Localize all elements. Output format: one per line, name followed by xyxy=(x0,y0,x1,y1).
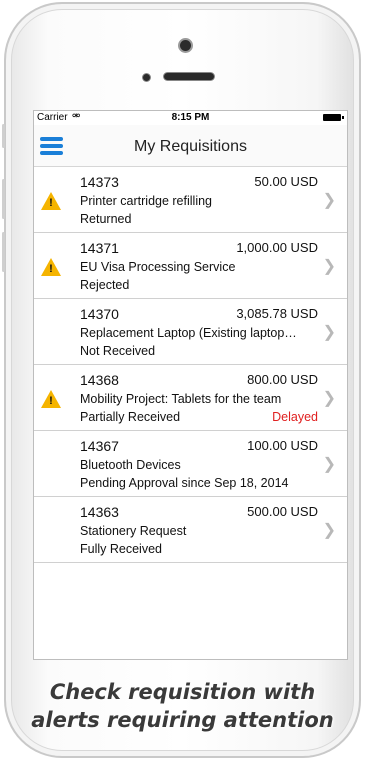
warning-triangle-icon: ! xyxy=(41,390,61,408)
requisition-number: 14373 xyxy=(80,174,119,190)
earpiece-speaker xyxy=(164,73,214,80)
chevron-right-icon: ❯ xyxy=(322,324,336,341)
requisition-row[interactable]: ! 14373 50.00 USD Printer cartridge refilli… xyxy=(34,167,347,233)
chevron-right-icon: ❯ xyxy=(322,390,336,407)
requisition-description: Bluetooth Devices xyxy=(80,458,181,472)
status-time: 8:15 PM xyxy=(171,112,210,123)
requisition-amount: 3,085.78 USD xyxy=(236,306,318,321)
requisition-list: ! 14373 50.00 USD Printer cartridge refilli… xyxy=(34,167,347,563)
requisition-row[interactable]: 14363 500.00 USD Stationery Request Fully R… xyxy=(34,497,347,563)
battery-icon xyxy=(323,114,344,121)
mute-switch xyxy=(2,124,5,148)
requisition-status: Rejected xyxy=(80,278,130,292)
requisition-number: 14368 xyxy=(80,372,119,388)
chevron-right-icon: ❯ xyxy=(322,192,336,209)
requisition-number: 14363 xyxy=(80,504,119,520)
requisition-number: 14371 xyxy=(80,240,119,256)
requisition-description: EU Visa Processing Service xyxy=(80,260,236,274)
status-bar: Carrier ⚮ 8:15 PM xyxy=(34,111,347,125)
caption-line-2: alerts requiring attention xyxy=(31,708,334,732)
requisition-number: 14367 xyxy=(80,438,119,454)
requisition-amount: 800.00 USD xyxy=(247,372,318,387)
proximity-sensor xyxy=(143,74,150,81)
page-title: My Requisitions xyxy=(134,138,247,155)
caption-line-1: Check requisition with xyxy=(49,680,316,704)
requisition-amount: 1,000.00 USD xyxy=(236,240,318,255)
requisition-amount: 100.00 USD xyxy=(247,438,318,453)
requisition-status: Pending Approval since Sep 18, 2014 xyxy=(80,476,289,490)
requisition-status: Not Received xyxy=(80,344,156,358)
requisition-number: 14370 xyxy=(80,306,119,322)
requisition-description: Printer cartridge refilling xyxy=(80,194,212,208)
delayed-flag: Delayed xyxy=(272,410,318,424)
requisition-row[interactable]: 14367 100.00 USD Bluetooth Devices Pending … xyxy=(34,431,347,497)
app-screen: Carrier ⚮ 8:15 PM My Requisitions ! 14373… xyxy=(33,110,348,660)
chevron-right-icon: ❯ xyxy=(322,522,336,539)
requisition-description: Stationery Request xyxy=(80,524,187,538)
chevron-right-icon: ❯ xyxy=(322,456,336,473)
volume-up-button xyxy=(2,179,5,219)
nav-bar: My Requisitions xyxy=(34,125,347,167)
requisition-status: Fully Received xyxy=(80,542,162,556)
requisition-description: Mobility Project: Tablets for the team xyxy=(80,392,282,406)
volume-down-button xyxy=(2,232,5,272)
chevron-right-icon: ❯ xyxy=(322,258,336,275)
warning-triangle-icon: ! xyxy=(41,192,61,210)
requisition-row[interactable]: ! 14371 1,000.00 USD EU Visa Processing Ser… xyxy=(34,233,347,299)
requisition-amount: 500.00 USD xyxy=(247,504,318,519)
requisition-description: Replacement Laptop (Existing laptop… xyxy=(80,326,297,340)
requisition-status: Returned xyxy=(80,212,132,226)
warning-triangle-icon: ! xyxy=(41,258,61,276)
requisition-row[interactable]: 14370 3,085.78 USD Replacement Laptop (Exi… xyxy=(34,299,347,365)
requisition-row[interactable]: ! 14368 800.00 USD Mobility Project: Tablet… xyxy=(34,365,347,431)
front-camera xyxy=(180,40,191,51)
requisition-status: Partially Received xyxy=(80,410,181,424)
requisition-amount: 50.00 USD xyxy=(254,174,318,189)
